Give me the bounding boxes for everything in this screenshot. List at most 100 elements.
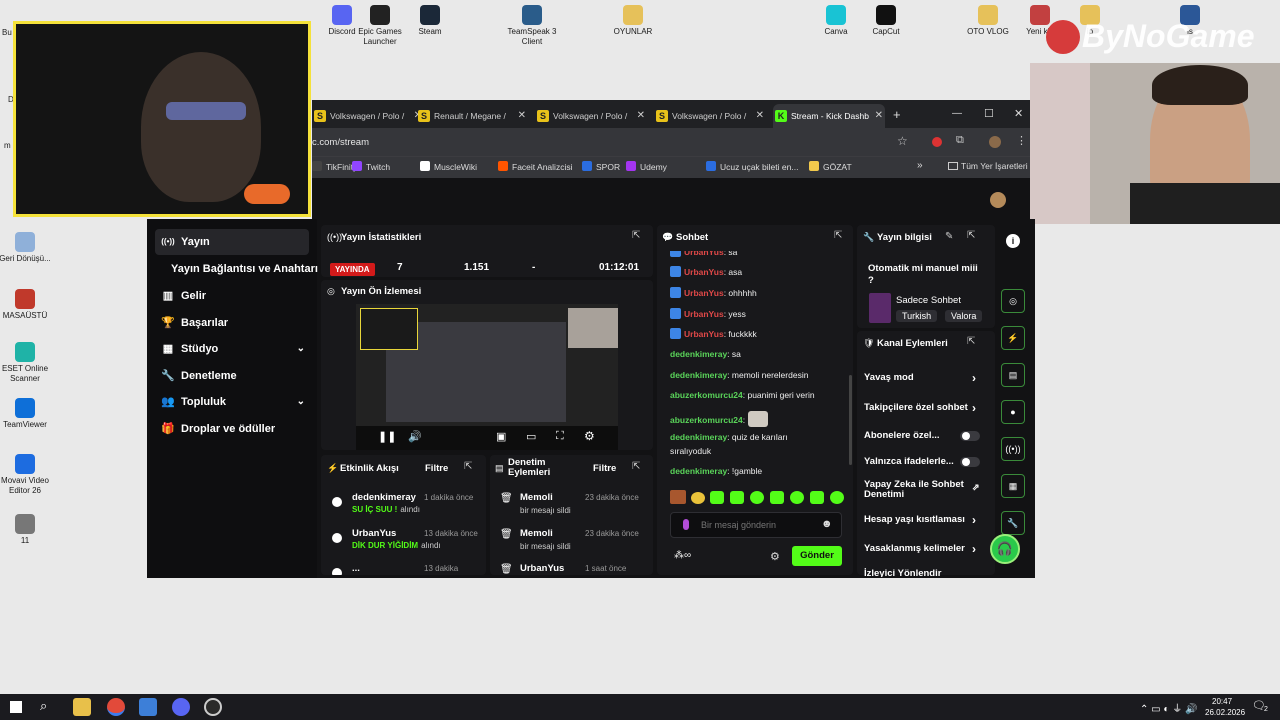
chevron-right-icon[interactable]: › [972,513,976,527]
emote-icon[interactable] [730,491,744,504]
file-explorer-icon[interactable] [73,698,91,716]
app-icon[interactable] [139,698,157,716]
chrome-icon[interactable] [107,698,125,716]
rail-wrench-button[interactable]: 🔧 [1001,511,1025,535]
chat-settings-icon[interactable]: ⚙ [770,550,780,563]
chat-message[interactable]: UrbanYus: fuckkkk [670,328,757,339]
chat-message[interactable]: dedenkimeray: memoli nerelerdesin [670,370,808,380]
pause-icon[interactable]: ❚❚ [378,430,396,443]
external-link-icon[interactable]: ⇗ [972,482,980,492]
close-tab-icon[interactable]: ✕ [637,104,645,128]
chat-username[interactable]: UrbanYus [684,309,724,319]
emote-icon[interactable] [770,491,784,504]
moderation-item[interactable]: 🗑 Memoli 23 dakika önce bir mesajı sildi [490,492,653,526]
settings-icon[interactable]: ⚙ [584,429,595,443]
close-tab-icon[interactable]: ✕ [518,104,526,128]
chat-message[interactable]: UrbanYus: yess [670,308,746,319]
moderation-item[interactable]: 🗑 UrbanYus 1 saat önce [490,563,653,575]
moderation-popout-icon[interactable]: ⇱ [632,461,640,472]
emoji-icon[interactable]: ☻ [821,518,833,530]
desktop-icon[interactable]: MASAÜSTÜ [0,289,57,321]
toggle-switch[interactable] [960,431,980,441]
sidebar-item[interactable]: Yayın Bağlantısı ve Anahtarı [155,256,318,282]
chat-scrollbar[interactable] [849,375,852,465]
mic-icon[interactable] [683,519,689,530]
desktop-icon[interactable]: Geri Dönüşü... [0,232,57,264]
pip-icon[interactable]: ▣ [496,430,506,443]
close-window-button[interactable]: ✕ [1014,107,1023,120]
chat-username[interactable]: abuzerkomurcu24 [670,390,743,400]
edit-icon[interactable]: ✎ [945,231,953,242]
desktop-icon[interactable]: ESET Online Scanner [0,342,57,384]
preview-video[interactable]: ❚❚ 🔊 ▣ ▭ ⛶ ⚙ [356,304,618,450]
volume-icon[interactable]: 🔊 [408,430,422,443]
activity-item[interactable]: ... 13 dakika [321,563,486,575]
close-tab-icon[interactable]: ✕ [875,104,883,128]
chat-username[interactable]: UrbanYus [684,267,724,277]
chat-message[interactable]: dedenkimeray: quiz de karıları [670,432,788,442]
channel-actions-popout-icon[interactable]: ⇱ [967,336,975,347]
activity-item[interactable]: UrbanYus 13 dakika önce DİK DUR YİĞİDİM alı… [321,528,486,562]
channel-action-row[interactable]: Yapay Zeka ile Sohbet Denetimi ⇗ [864,480,980,500]
sidebar-item[interactable]: ▦ Stüdyo ⌄ [155,336,309,362]
sidebar-item[interactable]: 🎁 Droplar ve ödüller [155,416,309,442]
bookmarks-more[interactable]: » [917,160,923,171]
chat-username[interactable]: dedenkimeray [670,349,727,359]
address-bar[interactable]: c.com/stream ☆ ⧉ ⋮ [312,128,1030,156]
browser-tab[interactable]: SVolkswagen / Polo /✕ [535,104,647,128]
chat-username[interactable]: dedenkimeray [670,432,727,442]
rail-bolt-button[interactable]: ⚡ [1001,326,1025,350]
chat-username[interactable]: UrbanYus [684,288,724,298]
bookmark[interactable]: MuscleWiki [420,161,477,172]
rail-info-icon[interactable]: i [1006,234,1020,248]
bookmark[interactable]: GÖZAT [809,161,852,172]
info-popout-icon[interactable]: ⇱ [967,230,975,241]
stats-popout-icon[interactable]: ⇱ [632,230,640,241]
browser-tab[interactable]: SVolkswagen / Polo /✕ [312,104,424,128]
theater-icon[interactable]: ▭ [526,430,536,443]
rail-broadcast-button[interactable]: ((•)) [1001,437,1025,461]
maximize-button[interactable]: ☐ [984,107,994,120]
extension-record-icon[interactable] [932,137,942,147]
desktop-icon[interactable]: TeamViewer [0,398,57,430]
support-button[interactable]: 🎧 [990,534,1020,564]
bookmark[interactable]: Faceit Analizcisi [498,161,572,172]
start-icon[interactable] [10,701,22,713]
sidebar-item[interactable]: 🔧 Denetleme [155,363,309,389]
star-icon[interactable]: ☆ [897,134,908,148]
discord-taskbar-icon[interactable] [172,698,190,716]
menu-icon[interactable]: ⋮ [1016,134,1027,147]
clock-date[interactable]: 26.02.2026 [1205,708,1245,720]
rail-target-button[interactable]: ◎ [1001,289,1025,313]
browser-tab[interactable]: SVolkswagen / Polo /✕ [654,104,766,128]
chat-message[interactable]: abuzerkomurcu24: [670,411,769,427]
obs-icon[interactable] [204,698,222,716]
chat-message[interactable]: abuzerkomurcu24: puanimi geri verin [670,390,815,400]
chat-message[interactable]: sıralıyoduk [670,446,711,456]
emote-icon[interactable] [750,491,764,504]
chevron-down-icon[interactable]: ⌄ [297,336,305,362]
bookmark[interactable]: Twitch [352,161,390,172]
fullscreen-icon[interactable]: ⛶ [556,430,564,443]
new-tab-button[interactable]: + [893,107,901,122]
channel-action-row[interactable]: Yavaş mod › [864,371,984,385]
toggle-switch[interactable] [960,457,980,467]
channel-action-row[interactable]: Takipçilere özel sohbet › [864,401,984,415]
chat-username[interactable]: dedenkimeray [670,370,727,380]
rail-layout-button[interactable]: ▦ [1001,474,1025,498]
desktop-icon[interactable]: OYUNLAR [601,5,665,37]
chevron-right-icon[interactable]: › [972,401,976,415]
search-icon[interactable]: ⌕ [40,698,47,714]
activity-popout-icon[interactable]: ⇱ [464,461,472,472]
emote-icon[interactable] [810,491,824,504]
sidebar-item[interactable]: 👥 Topluluk ⌄ [155,389,309,415]
minimize-button[interactable]: — [952,108,962,119]
emote-icon[interactable] [710,491,724,504]
activity-filter[interactable]: Filtre [425,463,448,474]
bookmark[interactable]: TikFinity [312,161,357,172]
sidebar-item[interactable]: ▥ Gelir [155,283,309,309]
moderation-filter[interactable]: Filtre [593,463,616,474]
chat-message[interactable]: dedenkimeray: sa [670,349,741,359]
chat-username[interactable]: UrbanYus [684,329,724,339]
rail-chat-button[interactable]: ● [1001,400,1025,424]
